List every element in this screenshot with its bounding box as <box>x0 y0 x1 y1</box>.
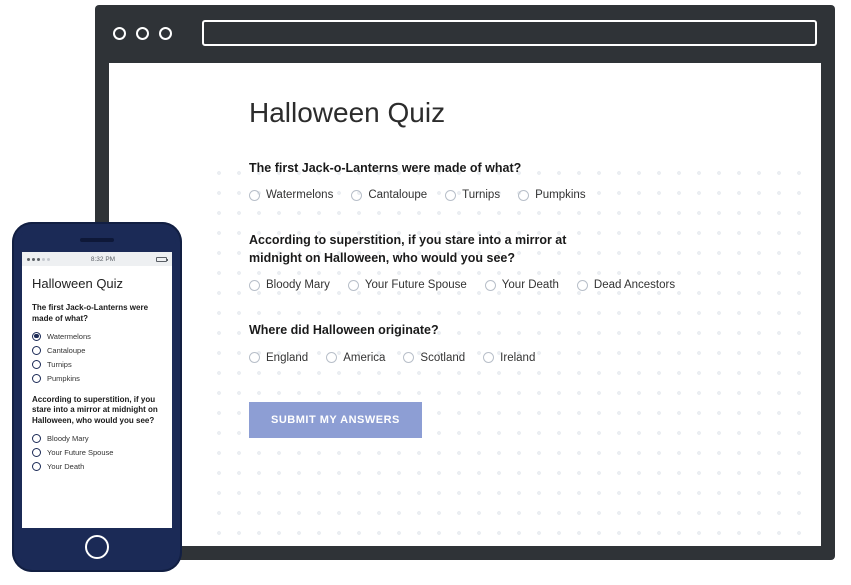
option[interactable]: Pumpkins <box>518 189 586 201</box>
option-label: Your Future Spouse <box>365 279 467 291</box>
radio-icon <box>351 190 362 201</box>
option[interactable]: Ireland <box>483 352 535 364</box>
question-block: The first Jack-o-Lanterns were made of w… <box>32 303 162 383</box>
radio-icon <box>326 352 337 363</box>
option-label: Pumpkins <box>47 374 80 383</box>
radio-icon <box>348 280 359 291</box>
traffic-light-icon[interactable] <box>159 27 172 40</box>
radio-icon <box>32 462 41 471</box>
traffic-light-icon[interactable] <box>136 27 149 40</box>
option[interactable]: Bloody Mary <box>249 279 330 291</box>
option-label: Ireland <box>500 352 535 364</box>
question-text: The first Jack-o-Lanterns were made of w… <box>249 159 609 177</box>
radio-icon <box>485 280 496 291</box>
page-title: Halloween Quiz <box>249 97 781 129</box>
radio-icon <box>32 346 41 355</box>
option-label: America <box>343 352 385 364</box>
option[interactable]: Watermelons <box>249 189 333 201</box>
browser-window: Halloween Quiz The first Jack-o-Lanterns… <box>95 5 835 560</box>
speaker-icon <box>80 238 114 242</box>
radio-icon <box>32 448 41 457</box>
question-text: The first Jack-o-Lanterns were made of w… <box>32 303 162 325</box>
radio-icon <box>518 190 529 201</box>
option-label: Scotland <box>420 352 465 364</box>
home-button[interactable] <box>85 535 109 559</box>
submit-button[interactable]: SUBMIT MY ANSWERS <box>249 402 422 438</box>
option-label: Bloody Mary <box>47 434 89 443</box>
radio-icon <box>577 280 588 291</box>
option-label: Turnips <box>462 189 500 201</box>
option-label: Turnips <box>47 360 72 369</box>
radio-icon <box>249 280 260 291</box>
options-row: Watermelons Cantaloupe Turnips Pumpkins <box>249 189 781 201</box>
radio-icon <box>32 332 41 341</box>
phone-home-area <box>18 528 176 566</box>
question-block: According to superstition, if you stare … <box>249 231 781 291</box>
status-bar: 8:32 PM <box>22 252 172 266</box>
option[interactable]: Dead Ancestors <box>577 279 675 291</box>
options-row: Bloody Mary Your Future Spouse Your Deat… <box>249 279 781 291</box>
option-label: Watermelons <box>266 189 333 201</box>
option[interactable]: Cantaloupe <box>32 346 162 355</box>
page-title: Halloween Quiz <box>32 276 162 291</box>
option-label: Watermelons <box>47 332 91 341</box>
question-text: Where did Halloween originate? <box>249 321 609 339</box>
question-block: According to superstition, if you stare … <box>32 395 162 471</box>
signal-icon <box>27 258 50 261</box>
option[interactable]: Turnips <box>32 360 162 369</box>
phone-device: 8:32 PM Halloween Quiz The first Jack-o-… <box>12 222 182 572</box>
option-label: Pumpkins <box>535 189 586 201</box>
option[interactable]: Turnips <box>445 189 500 201</box>
option[interactable]: Bloody Mary <box>32 434 162 443</box>
option-label: Your Future Spouse <box>47 448 113 457</box>
options-row: England America Scotland Ireland <box>249 352 781 364</box>
question-text: According to superstition, if you stare … <box>32 395 162 427</box>
option-label: Cantaloupe <box>47 346 85 355</box>
option[interactable]: Watermelons <box>32 332 162 341</box>
radio-icon <box>403 352 414 363</box>
battery-icon <box>156 257 167 262</box>
option-label: Dead Ancestors <box>594 279 675 291</box>
option-label: Your Death <box>47 462 84 471</box>
radio-icon <box>249 352 260 363</box>
status-time: 8:32 PM <box>91 256 115 263</box>
option[interactable]: Your Death <box>32 462 162 471</box>
option-label: England <box>266 352 308 364</box>
question-block: Where did Halloween originate? England A… <box>249 321 781 363</box>
option[interactable]: Your Death <box>485 279 559 291</box>
option-label: Your Death <box>502 279 559 291</box>
option[interactable]: Your Future Spouse <box>32 448 162 457</box>
phone-screen: 8:32 PM Halloween Quiz The first Jack-o-… <box>22 252 172 528</box>
option[interactable]: Pumpkins <box>32 374 162 383</box>
radio-icon <box>32 374 41 383</box>
radio-icon <box>249 190 260 201</box>
page-body: Halloween Quiz The first Jack-o-Lanterns… <box>109 63 821 546</box>
option[interactable]: Your Future Spouse <box>348 279 467 291</box>
browser-chrome <box>95 5 835 63</box>
option[interactable]: Cantaloupe <box>351 189 427 201</box>
option[interactable]: America <box>326 352 385 364</box>
radio-icon <box>32 360 41 369</box>
option-label: Bloody Mary <box>266 279 330 291</box>
radio-icon <box>32 434 41 443</box>
option[interactable]: Scotland <box>403 352 465 364</box>
option-label: Cantaloupe <box>368 189 427 201</box>
question-text: According to superstition, if you stare … <box>249 231 609 267</box>
address-bar[interactable] <box>202 20 817 46</box>
option[interactable]: England <box>249 352 308 364</box>
radio-icon <box>483 352 494 363</box>
phone-speaker-area <box>18 228 176 252</box>
traffic-light-icon[interactable] <box>113 27 126 40</box>
radio-icon <box>445 190 456 201</box>
question-block: The first Jack-o-Lanterns were made of w… <box>249 159 781 201</box>
